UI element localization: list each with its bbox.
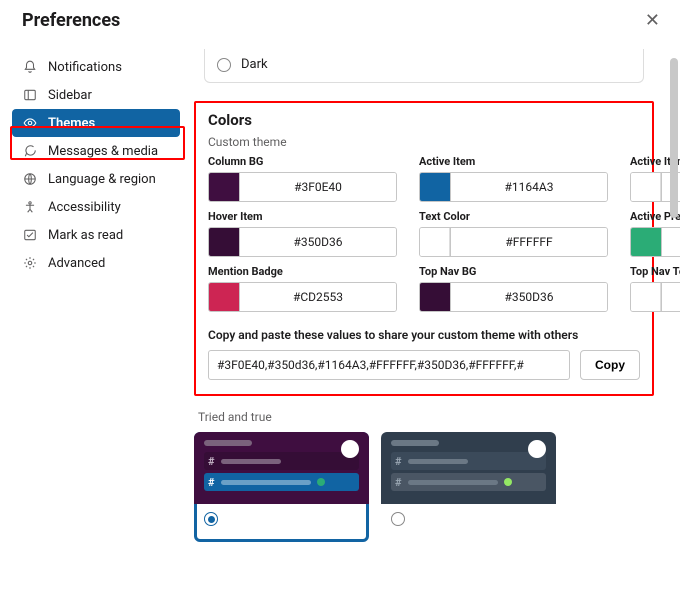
field-mention-badge: Mention Badge [208, 265, 397, 312]
field-label: Mention Badge [208, 265, 397, 278]
color-input[interactable] [450, 173, 607, 201]
appearance-dark-label: Dark [241, 57, 268, 72]
color-swatch[interactable] [631, 228, 661, 256]
accessibility-icon [22, 200, 38, 214]
gear-icon [22, 256, 38, 270]
panel-icon [22, 88, 38, 102]
field-label: Column BG [208, 155, 397, 168]
color-swatch[interactable] [209, 228, 239, 256]
field-label: Top Nav Text [630, 265, 680, 278]
sidebar-item-advanced[interactable]: Advanced [12, 249, 180, 277]
field-label: Active Item [419, 155, 608, 168]
appearance-dark-option[interactable]: Dark [204, 49, 644, 83]
radio-icon[interactable] [217, 58, 231, 72]
presence-dot-icon [528, 440, 546, 458]
chat-icon [22, 144, 38, 158]
check-icon [22, 228, 38, 242]
sidebar-item-label: Advanced [48, 256, 105, 271]
sidebar-item-label: Themes [48, 116, 95, 131]
colors-subheading: Custom theme [208, 135, 640, 149]
radio-icon[interactable] [391, 512, 405, 526]
theme-preset-dark[interactable]: # # [381, 432, 556, 542]
field-text-color: Text Color [419, 210, 608, 257]
colors-heading: Colors [208, 111, 640, 129]
copy-button[interactable]: Copy [580, 350, 640, 380]
share-theme-input[interactable] [208, 350, 570, 380]
sidebar-item-themes[interactable]: Themes [12, 109, 180, 137]
colors-section: Colors Custom theme Column BG Active Ite… [194, 101, 654, 396]
field-label: Text Color [419, 210, 608, 223]
sidebar-item-label: Notifications [48, 60, 122, 75]
color-swatch[interactable] [631, 283, 661, 311]
theme-preset-aubergine[interactable]: # # [194, 432, 369, 542]
main-panel: Dark Colors Custom theme Column BG Activ… [180, 49, 680, 597]
scrollbar-thumb[interactable] [670, 58, 678, 218]
field-label: Top Nav BG [419, 265, 608, 278]
sidebar-item-label: Accessibility [48, 200, 121, 215]
field-label: Hover Item [208, 210, 397, 223]
color-swatch[interactable] [420, 228, 450, 256]
share-label: Copy and paste these values to share you… [208, 328, 640, 342]
sidebar-item-label: Messages & media [48, 144, 158, 159]
eye-icon [22, 116, 38, 130]
sidebar-item-accessibility[interactable]: Accessibility [12, 193, 180, 221]
sidebar-item-notifications[interactable]: Notifications [12, 53, 180, 81]
color-swatch[interactable] [420, 173, 450, 201]
color-input[interactable] [661, 283, 680, 311]
color-swatch[interactable] [420, 283, 450, 311]
sidebar-item-messages[interactable]: Messages & media [12, 137, 180, 165]
sidebar: Notifications Sidebar Themes Messages & … [0, 49, 180, 597]
color-input[interactable] [239, 173, 396, 201]
sidebar-item-language[interactable]: Language & region [12, 165, 180, 193]
color-swatch[interactable] [209, 173, 239, 201]
close-icon[interactable]: ✕ [645, 10, 660, 31]
color-input[interactable] [239, 283, 396, 311]
presets-heading: Tried and true [198, 410, 662, 424]
field-top-nav-bg: Top Nav BG [419, 265, 608, 312]
bell-icon [22, 60, 38, 74]
sidebar-item-label: Mark as read [48, 228, 123, 243]
field-hover-item: Hover Item [208, 210, 397, 257]
radio-icon[interactable] [204, 512, 218, 526]
color-input[interactable] [450, 228, 607, 256]
sidebar-item-sidebar[interactable]: Sidebar [12, 81, 180, 109]
sidebar-item-label: Sidebar [48, 88, 92, 103]
field-column-bg: Column BG [208, 155, 397, 202]
color-input[interactable] [239, 228, 396, 256]
color-swatch[interactable] [631, 173, 661, 201]
color-input[interactable] [661, 228, 680, 256]
sidebar-item-label: Language & region [48, 172, 156, 187]
presence-dot-icon [341, 440, 359, 458]
page-title: Preferences [22, 10, 120, 31]
color-input[interactable] [450, 283, 607, 311]
field-active-item: Active Item [419, 155, 608, 202]
sidebar-item-markasread[interactable]: Mark as read [12, 221, 180, 249]
field-top-nav-text: Top Nav Text [630, 265, 680, 312]
color-swatch[interactable] [209, 283, 239, 311]
globe-icon [22, 172, 38, 186]
